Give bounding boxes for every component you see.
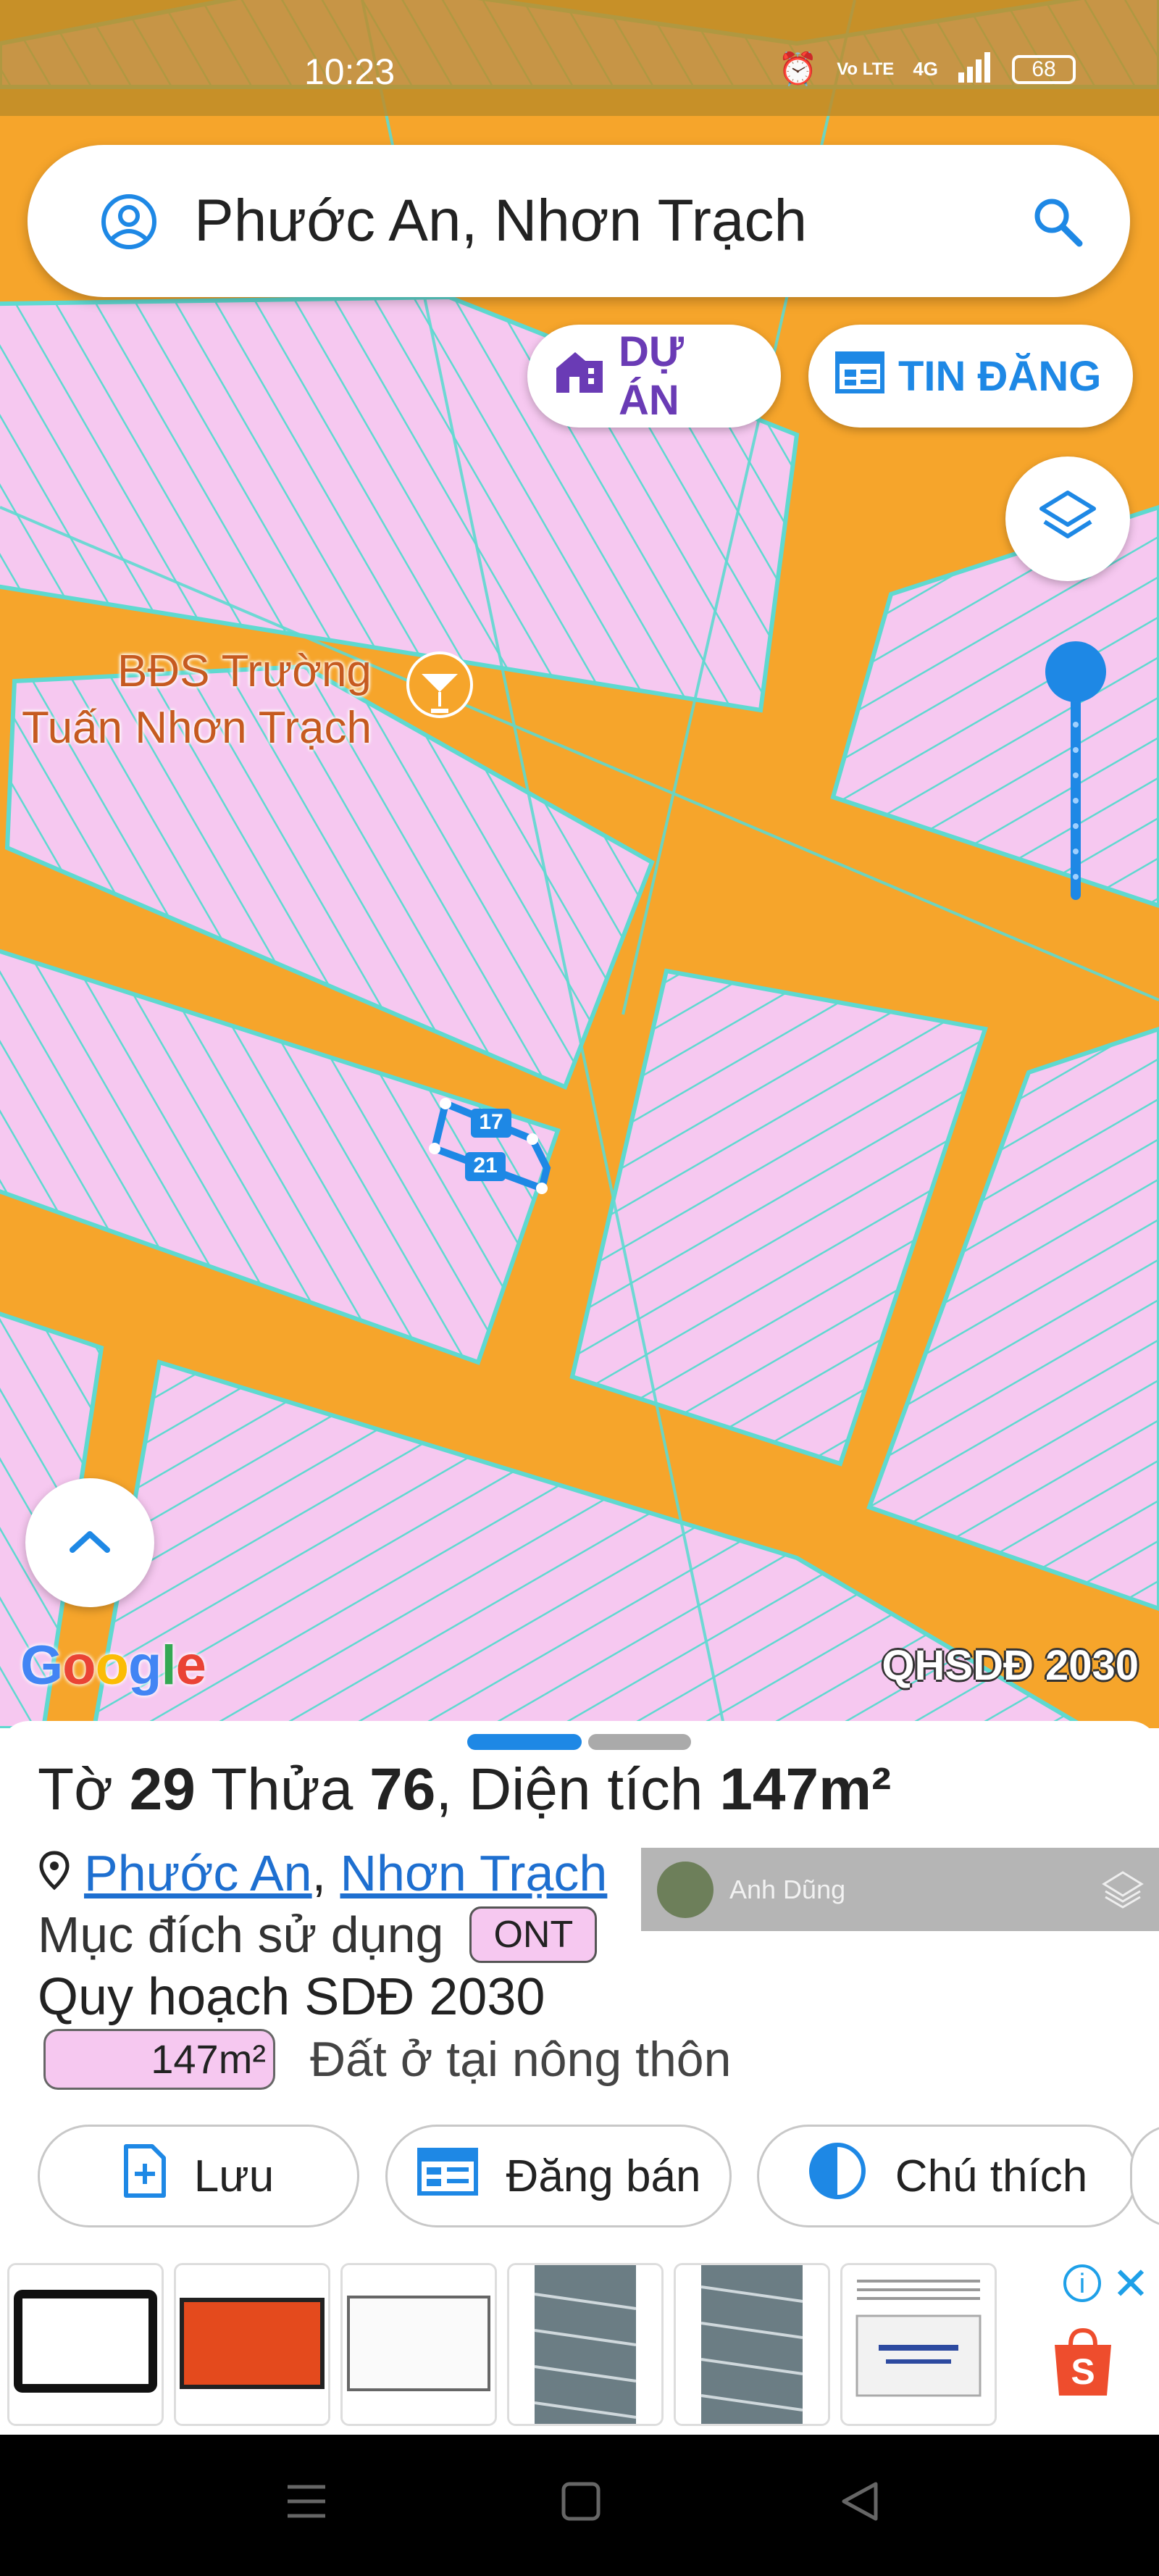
layer-label: QHSDĐ 2030 [882,1642,1139,1689]
title-prefix: Tờ [38,1756,130,1822]
chevron-up-icon [67,1527,113,1559]
legend-button[interactable]: Chú thích [757,2125,1137,2227]
avatar [657,1861,714,1918]
status-icons: ⏰ Vo LTE 4G 68 [778,52,1076,86]
plan-title: Quy hoạch SDĐ 2030 [38,1968,545,2026]
home-icon[interactable] [559,2480,603,2527]
sheet-number: 29 [129,1756,196,1822]
calendar-icon [417,2146,479,2207]
sheet-handle-inactive[interactable] [588,1734,691,1750]
back-icon[interactable] [838,2480,882,2527]
legend-label: Chú thích [895,2151,1088,2201]
parcel-number-bottom: 21 [473,1154,498,1177]
parcel-number-top: 17 [479,1110,503,1134]
ad-product-thumb[interactable] [340,2263,497,2426]
area-value: 147m² [719,1756,892,1822]
status-bar: 10:23 ⏰ Vo LTE 4G 68 [0,0,1159,116]
projects-chip[interactable]: DỰ ÁN [527,325,781,428]
ad-product-thumb[interactable] [840,2263,997,2426]
layers-icon [1037,487,1098,551]
user-name: Anh Dũng [729,1874,846,1904]
listings-chip-label: TIN ĐĂNG [898,352,1102,400]
parcel-label: Thửa [195,1756,370,1822]
plan-area-desc: Đất ở tại nông thôn [310,2032,732,2087]
user-overlay[interactable]: Anh Dũng [641,1848,1159,1931]
purpose-label: Mục đích sử dụng [38,1906,444,1963]
shop-letter: S [1071,2351,1095,2392]
district-link[interactable]: Nhơn Trạch [340,1845,608,1901]
ward-link[interactable]: Phước An [84,1845,312,1901]
battery-icon: 68 [1012,54,1076,84]
ad-product-thumb[interactable] [674,2263,830,2426]
google-logo: Google [20,1635,206,1696]
menu-icon[interactable] [285,2480,328,2527]
parcel-number: 76 [369,1756,436,1822]
file-add-icon [123,2143,167,2209]
layers-button[interactable] [1005,457,1130,581]
network-type: 4G [913,58,938,80]
search-bar[interactable]: Phước An, Nhơn Trạch [28,145,1130,297]
ad-product-thumb[interactable] [7,2263,164,2426]
system-nav-bar [0,2435,1159,2576]
save-label: Lưu [193,2151,275,2201]
search-input[interactable]: Phước An, Nhơn Trạch [194,187,807,255]
post-sale-label: Đăng bán [506,2151,701,2201]
ad-banner[interactable]: i ✕ S [0,2257,1159,2435]
volte-icon: Vo LTE [837,59,895,79]
ad-info-icon[interactable]: i [1063,2264,1101,2302]
projects-chip-label: DỰ ÁN [619,328,685,424]
search-icon[interactable] [1029,193,1087,254]
post-sale-button[interactable]: Đăng bán [385,2125,732,2227]
calendar-icon [834,348,885,404]
save-button[interactable]: Lưu [38,2125,359,2227]
sheet-handle-active[interactable] [467,1734,582,1750]
status-time: 10:23 [304,51,396,92]
signal-icon [957,52,993,86]
poi-label-line1: BĐS Trường [117,646,372,696]
listings-chip[interactable]: TIN ĐĂNG [808,325,1133,428]
layers-icon[interactable] [1101,1868,1145,1915]
purpose-row: Mục đích sử dụng ONT [38,1906,598,1964]
building-icon [553,348,606,404]
poi-label[interactable]: BĐS Trường Tuấn Nhơn Trạch [22,643,372,756]
plan-area-row: 147m² Đất ở tại nông thôn [43,2029,731,2090]
location-separator: , [311,1845,327,1901]
area-label: , Diện tích [435,1756,720,1822]
ad-close-icon[interactable]: ✕ [1112,2257,1150,2310]
poi-label-line2: Tuấn Nhơn Trạch [22,703,372,753]
purpose-code-badge: ONT [469,1906,598,1963]
ad-product-thumb[interactable] [174,2263,330,2426]
plan-area-badge: 147m² [43,2029,275,2090]
alarm-icon: ⏰ [778,51,819,87]
ad-product-thumb[interactable] [507,2263,664,2426]
account-icon[interactable] [100,193,158,254]
location-row: Phước An, Nhơn Trạch [38,1844,607,1902]
opacity-slider[interactable] [1043,641,1108,902]
location-pin-icon [38,1844,71,1902]
expand-sheet-button[interactable] [25,1478,154,1607]
more-actions-button[interactable] [1130,2125,1159,2227]
contrast-icon [807,2141,868,2212]
parcel-title: Tờ 29 Thửa 76, Diện tích 147m² [38,1756,891,1824]
poi-marker-icon [406,651,473,718]
shopping-bag-icon[interactable]: S [1050,2326,1116,2402]
